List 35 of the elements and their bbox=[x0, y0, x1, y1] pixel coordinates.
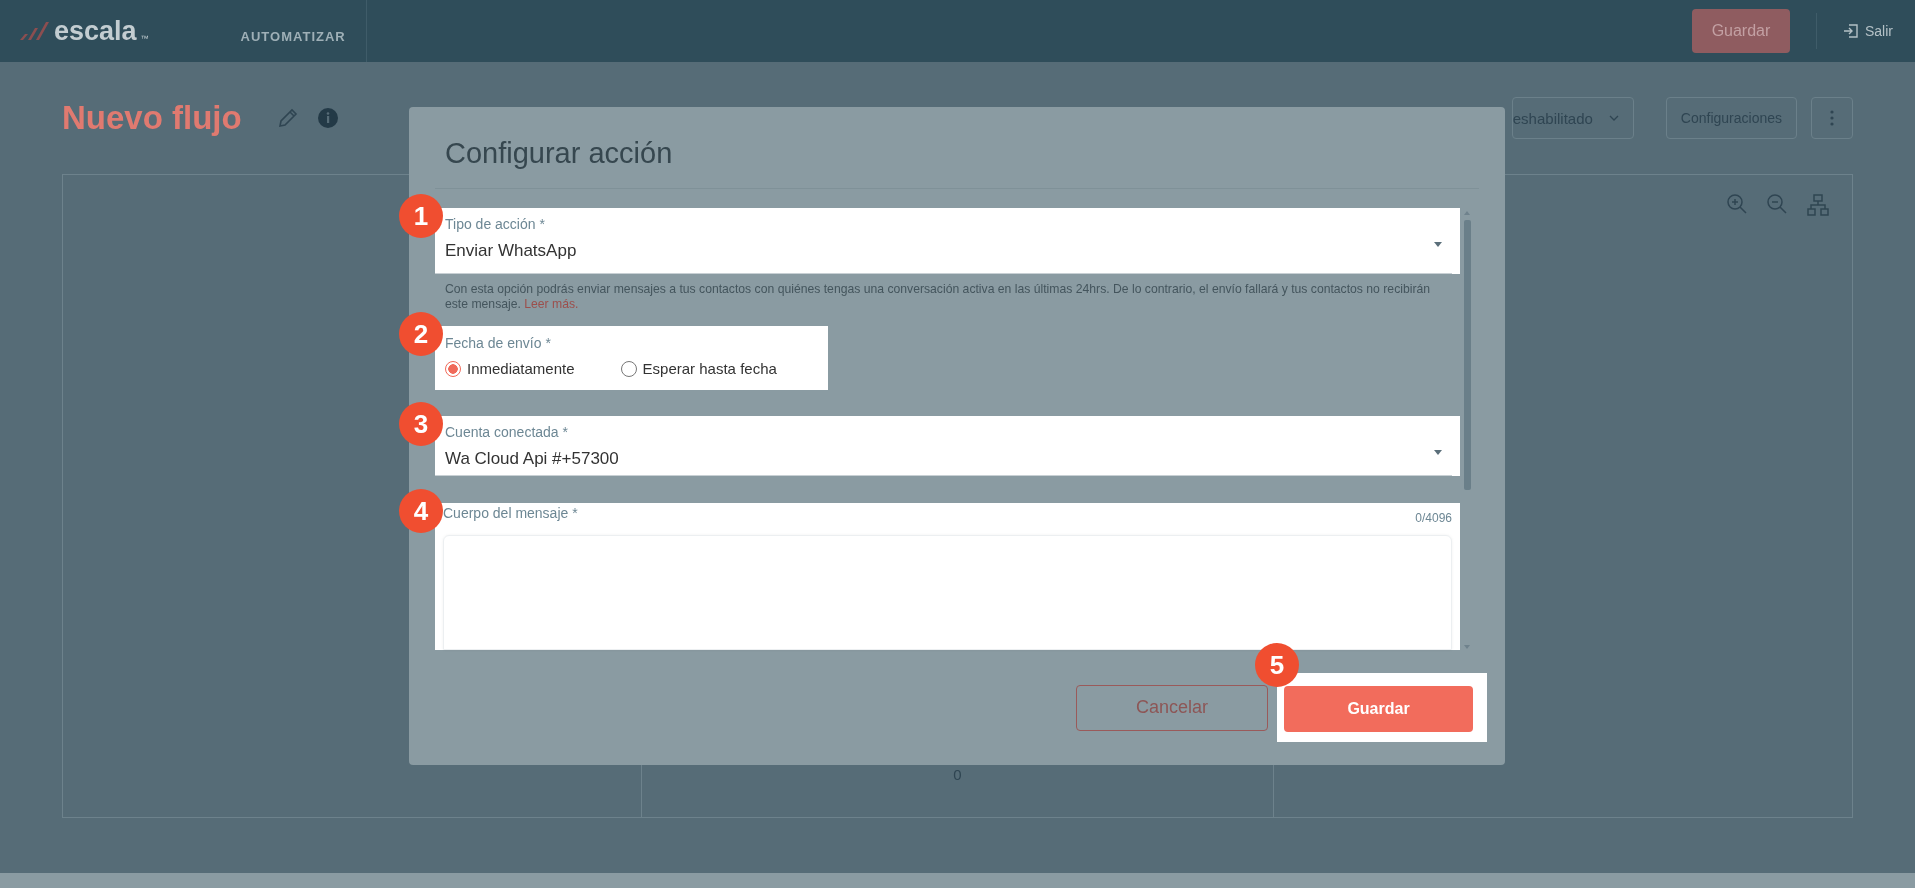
logo-text: escala bbox=[54, 15, 137, 47]
step-badge: 4 bbox=[399, 489, 443, 533]
field-label: Cuerpo del mensaje * bbox=[443, 505, 578, 523]
flow-title: Nuevo flujo bbox=[62, 99, 243, 137]
message-input[interactable] bbox=[443, 535, 1452, 650]
trademark-mark: ™ bbox=[140, 33, 149, 43]
hierarchy-icon[interactable] bbox=[1806, 193, 1830, 217]
zoom-out-icon[interactable] bbox=[1766, 193, 1788, 215]
info-icon[interactable] bbox=[317, 108, 338, 128]
step-badge: 1 bbox=[399, 194, 443, 238]
character-counter: 0/4096 bbox=[1415, 511, 1452, 525]
read-more-link[interactable]: Leer más. bbox=[524, 297, 579, 311]
save-button[interactable]: Guardar bbox=[1692, 9, 1790, 53]
radio-option[interactable]: Esperar hasta fecha bbox=[620, 360, 777, 377]
exit-link[interactable]: Salir bbox=[1843, 23, 1893, 39]
dialog-title: Configurar acción bbox=[444, 136, 674, 171]
zoom-in-icon[interactable] bbox=[1726, 193, 1748, 215]
more-menu-button[interactable] bbox=[1811, 97, 1853, 139]
section-title: AUTOMATIZAR bbox=[240, 0, 367, 62]
step-badge: 2 bbox=[399, 312, 443, 356]
kebab-menu-icon bbox=[1830, 110, 1834, 126]
step-badge: 3 bbox=[399, 402, 443, 446]
chevron-down-icon bbox=[1608, 115, 1619, 121]
help-text: Con esta opción podrás enviar mensajes a tus contactos con quiénes tengas una conversación activa en las últimas 24hrs. De lo contrario, el envío fallará y tus contactos no recibirán este mensaje. Leer más. bbox=[445, 282, 1432, 312]
caret-icon bbox=[1434, 450, 1442, 455]
caret-icon bbox=[1434, 242, 1442, 247]
scroll-up-icon[interactable] bbox=[1463, 210, 1471, 216]
step-badge: 5 bbox=[1255, 643, 1299, 687]
exit-icon bbox=[1843, 23, 1859, 39]
field-label: Fecha de envío * bbox=[445, 335, 551, 351]
bars-logo-icon bbox=[18, 20, 50, 42]
radio-option[interactable]: Inmediatamente bbox=[445, 360, 575, 377]
scroll-down-icon[interactable] bbox=[1463, 644, 1471, 650]
cancel-button[interactable]: Cancelar bbox=[1076, 684, 1268, 731]
save-button[interactable]: Guardar bbox=[1284, 686, 1473, 732]
